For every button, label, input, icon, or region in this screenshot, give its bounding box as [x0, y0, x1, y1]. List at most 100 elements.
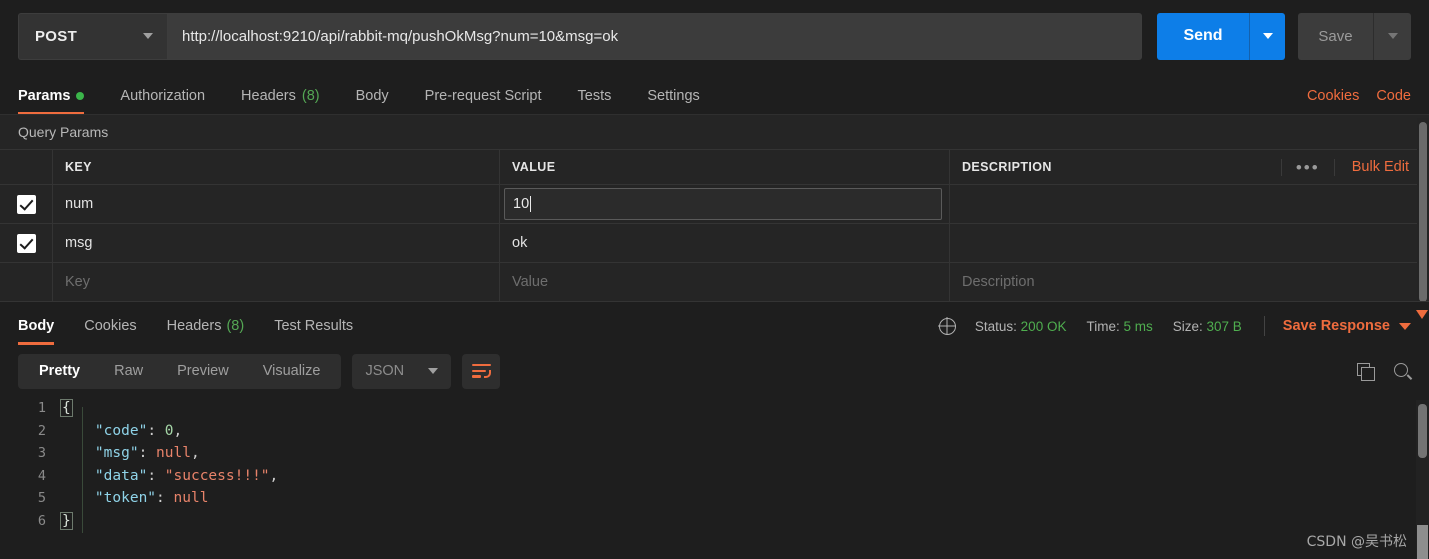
response-format-dropdown[interactable]: JSON	[352, 353, 452, 389]
indent-guide	[82, 407, 83, 533]
save-response-button[interactable]: Save Response	[1283, 318, 1390, 334]
response-scrollbar-thumb[interactable]	[1418, 404, 1427, 458]
view-mode-raw[interactable]: Raw	[97, 357, 160, 385]
response-status-bar: Status: 200 OK Time: 5 ms Size: 307 B Sa…	[938, 316, 1411, 345]
response-tab-test-results-label: Test Results	[274, 318, 354, 334]
params-modified-dot-icon	[76, 92, 85, 100]
send-button[interactable]: Send	[1157, 12, 1249, 60]
http-method-dropdown[interactable]: POST	[18, 12, 167, 60]
tab-body[interactable]: Body	[356, 88, 389, 115]
view-mode-preview[interactable]: Preview	[160, 357, 246, 385]
tab-headers-count: (8)	[301, 88, 320, 104]
json-colon: :	[147, 422, 165, 439]
param-value: ok	[512, 235, 528, 251]
row-description-cell[interactable]: Description	[950, 263, 1417, 301]
save-button[interactable]: Save	[1298, 12, 1373, 60]
json-key: "code"	[94, 422, 148, 439]
save-options-button[interactable]	[1373, 12, 1411, 60]
tab-tests[interactable]: Tests	[578, 88, 612, 115]
code-link[interactable]: Code	[1376, 88, 1411, 104]
tab-params[interactable]: Params	[18, 88, 85, 115]
request-tabs: Params Authorization Headers (8) Body Pr…	[0, 72, 1429, 115]
column-header-description: DESCRIPTION	[962, 160, 1052, 174]
tab-pre-request-script[interactable]: Pre-request Script	[425, 88, 542, 115]
response-tab-cookies[interactable]: Cookies	[84, 318, 136, 345]
param-value: 10	[513, 196, 530, 212]
globe-icon	[938, 317, 956, 335]
response-body-code[interactable]: 1 { 2 "code": 0, 3 "msg": null, 4 "data"…	[0, 397, 1429, 555]
row-key-cell[interactable]: msg	[53, 224, 500, 262]
chevron-down-icon[interactable]	[1399, 322, 1411, 330]
param-value-input-focused[interactable]: 10	[504, 188, 942, 220]
size-label: Size:	[1172, 318, 1203, 334]
header-key-cell: KEY	[53, 150, 500, 184]
code-line: 1 {	[0, 397, 1429, 420]
response-body-actions	[1357, 362, 1411, 381]
response-tab-cookies-label: Cookies	[84, 318, 137, 334]
view-mode-visualize[interactable]: Visualize	[246, 357, 338, 385]
response-scrollbar-thumb-lower[interactable]	[1417, 525, 1428, 559]
response-tab-test-results[interactable]: Test Results	[274, 318, 353, 345]
row-checkbox-cell	[0, 185, 53, 223]
size-item: Size: 307 B	[1173, 319, 1242, 334]
close-brace: }	[60, 511, 73, 530]
line-number: 5	[37, 490, 46, 507]
query-params-table: KEY VALUE DESCRIPTION ••• Bulk Edit num …	[0, 149, 1417, 301]
status-label: Status:	[974, 318, 1017, 334]
word-wrap-button[interactable]	[462, 353, 501, 389]
line-number: 4	[37, 467, 46, 484]
row-description-cell[interactable]	[950, 185, 1417, 223]
line-number: 1	[37, 400, 46, 417]
code-line: 4 "data": "success!!!",	[0, 465, 1429, 488]
tab-tests-label: Tests	[577, 88, 612, 104]
request-tabs-links: Cookies Code	[1307, 88, 1411, 115]
row-description-cell[interactable]	[950, 224, 1417, 262]
tab-settings[interactable]: Settings	[647, 88, 699, 115]
row-value-cell[interactable]: 10	[500, 185, 950, 223]
code-line: 2 "code": 0,	[0, 420, 1429, 443]
response-tab-body[interactable]: Body	[18, 318, 55, 345]
response-tab-headers[interactable]: Headers (8)	[167, 318, 245, 345]
more-options-icon[interactable]: •••	[1280, 158, 1335, 176]
tab-headers-label: Headers	[241, 88, 296, 104]
code-content: "msg": null,	[60, 445, 200, 461]
row-key-cell[interactable]: num	[53, 185, 500, 223]
value-placeholder: Value	[512, 274, 549, 290]
cookies-link[interactable]: Cookies	[1307, 88, 1359, 104]
send-button-group: Send	[1157, 12, 1285, 60]
row-key-cell[interactable]: Key	[53, 263, 500, 301]
tab-body-label: Body	[355, 88, 389, 104]
tab-authorization[interactable]: Authorization	[120, 88, 205, 115]
params-scrollbar-thumb[interactable]	[1419, 122, 1427, 302]
json-number: 0	[164, 422, 174, 439]
json-colon: :	[138, 445, 157, 462]
line-number: 3	[37, 445, 46, 462]
json-key: "token"	[94, 490, 157, 507]
tabs-divider	[0, 114, 1429, 115]
column-header-key: KEY	[65, 160, 92, 174]
copy-icon[interactable]	[1357, 362, 1375, 381]
row-checkbox[interactable]	[16, 233, 36, 253]
size-value: 307 B	[1206, 318, 1242, 334]
param-key: num	[65, 196, 94, 212]
word-wrap-icon	[471, 364, 491, 378]
json-colon: :	[156, 490, 174, 507]
code-line: 5 "token": null	[0, 487, 1429, 510]
row-value-cell[interactable]: Value	[500, 263, 950, 301]
code-content: "code": 0,	[60, 423, 182, 439]
view-mode-pretty[interactable]: Pretty	[22, 357, 97, 385]
tab-headers[interactable]: Headers (8)	[241, 88, 320, 115]
json-comma: ,	[190, 445, 200, 462]
url-input[interactable]: http://localhost:9210/api/rabbit-mq/push…	[167, 12, 1142, 60]
search-icon[interactable]	[1394, 362, 1411, 380]
row-checkbox[interactable]	[16, 194, 36, 214]
send-options-button[interactable]	[1249, 12, 1285, 60]
code-line: 6 }	[0, 510, 1429, 533]
json-colon: :	[147, 467, 165, 484]
time-value: 5 ms	[1123, 318, 1153, 334]
row-value-cell[interactable]: ok	[500, 224, 950, 262]
row-checkbox-cell	[0, 224, 53, 262]
bulk-edit-link[interactable]: Bulk Edit	[1335, 159, 1409, 175]
query-params-title: Query Params	[0, 115, 1429, 149]
header-check-cell	[0, 150, 53, 184]
